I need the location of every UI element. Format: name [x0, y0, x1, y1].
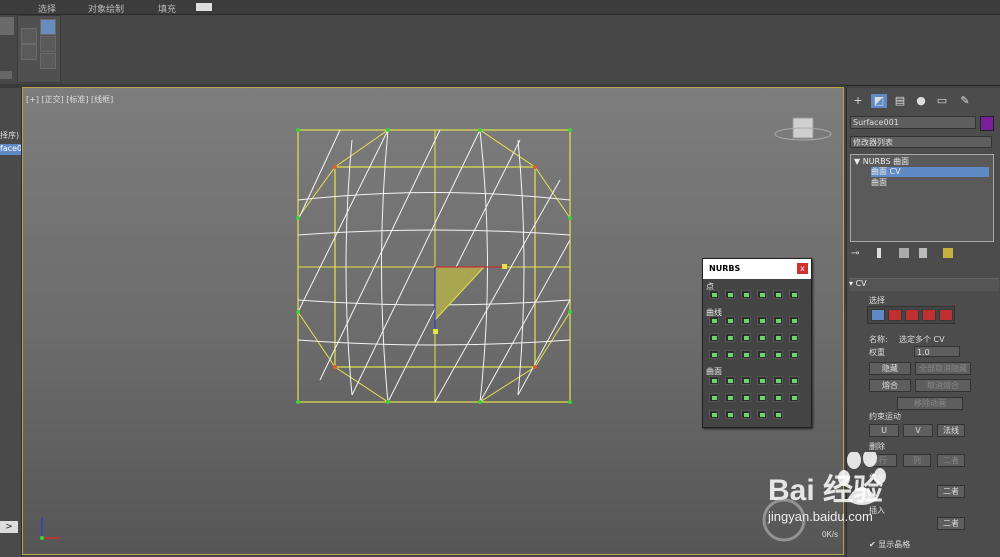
nurbs-tool-icon[interactable] — [773, 393, 783, 402]
nurbs-tool-icon[interactable] — [757, 290, 767, 299]
column-cv-tool[interactable] — [905, 309, 919, 321]
nurbs-tool-icon[interactable] — [741, 316, 751, 325]
nurbs-toolbox-title: NURBS — [709, 264, 741, 273]
nurbs-tool-icon[interactable] — [709, 393, 719, 402]
nurbs-tool-icon[interactable] — [757, 333, 767, 342]
nurbs-tool-icon[interactable] — [725, 290, 735, 299]
name-label: 名称: — [869, 335, 888, 344]
object-color-swatch[interactable] — [980, 116, 994, 131]
cv-selection-triangle — [434, 266, 486, 322]
nurbs-toolbox[interactable]: NURBS x 点 曲线 曲面 — [702, 258, 812, 428]
constrain-u-button[interactable]: U — [869, 424, 899, 437]
nurbs-tool-icon[interactable] — [725, 333, 735, 342]
modifier-stack[interactable]: ▼ NURBS 曲面 曲面 CV 曲面 — [850, 154, 994, 242]
nurbs-tool-icon[interactable] — [709, 333, 719, 342]
nurbs-tool-icon[interactable] — [789, 350, 799, 359]
nurbs-tool-icon[interactable] — [741, 290, 751, 299]
nurbs-tool-icon[interactable] — [757, 350, 767, 359]
nurbs-tool-icon[interactable] — [757, 410, 767, 419]
weight-spinner[interactable]: 1.0 — [914, 346, 960, 357]
motion-tab-icon[interactable]: ● — [913, 94, 929, 108]
nurbs-tool-icon[interactable] — [741, 333, 751, 342]
nurbs-tool-icon[interactable] — [709, 350, 719, 359]
stack-item-surface[interactable]: 曲面 — [871, 178, 887, 188]
name-value: 选定多个 CV — [899, 335, 945, 344]
nurbs-tool-icon[interactable] — [757, 376, 767, 385]
modify-tab-icon[interactable]: ◩ — [871, 94, 887, 108]
nurbs-tool-icon[interactable] — [709, 316, 719, 325]
modifier-list-dropdown[interactable]: 修改器列表 — [850, 136, 992, 148]
nurbs-tool-icon[interactable] — [741, 393, 751, 402]
remove-animation-button[interactable]: 移除动画 — [897, 397, 963, 410]
watermark-badge: 0K/s — [822, 530, 838, 539]
nurbs-tool-icon[interactable] — [773, 350, 783, 359]
pin-stack-icon[interactable]: ⊸ — [851, 248, 859, 259]
configure-sets-icon[interactable] — [943, 248, 953, 258]
watermark-url: jingyan.baidu.com — [767, 509, 873, 524]
nurbs-tool-icon[interactable] — [725, 393, 735, 402]
utilities-tab-icon[interactable]: ✎ — [957, 94, 973, 108]
nurbs-tool-icon[interactable] — [773, 316, 783, 325]
cv-points[interactable] — [296, 128, 572, 404]
nurbs-tool-icon[interactable] — [773, 290, 783, 299]
nurbs-tool-icon[interactable] — [757, 393, 767, 402]
row-cv-tool[interactable] — [888, 309, 902, 321]
nurbs-tool-icon[interactable] — [773, 410, 783, 419]
nurbs-tool-icon[interactable] — [741, 350, 751, 359]
nurbs-tool-icon[interactable] — [725, 350, 735, 359]
fuse-button[interactable]: 熔合 — [869, 379, 911, 392]
nurbs-tool-icon[interactable] — [709, 290, 719, 299]
gizmo-x-handle[interactable] — [502, 264, 507, 269]
nurbs-toolbox-titlebar[interactable]: NURBS x — [703, 259, 811, 279]
single-cv-tool[interactable] — [871, 309, 885, 321]
remove-modifier-icon[interactable] — [919, 248, 927, 258]
row-column-cv-tool[interactable] — [922, 309, 936, 321]
constrain-normal-button[interactable]: 法线 — [937, 424, 965, 437]
gizmo-z-handle[interactable] — [433, 329, 438, 334]
nurbs-tool-icon[interactable] — [789, 290, 799, 299]
watermark-brand: Bai 经验 — [768, 473, 883, 507]
hide-button[interactable]: 隐藏 — [869, 362, 911, 375]
constrain-label: 约束运动 — [869, 412, 901, 421]
lattice-outer — [297, 129, 571, 403]
close-icon[interactable]: x — [797, 263, 808, 274]
weight-label: 权重 — [869, 348, 885, 357]
make-unique-icon[interactable] — [899, 248, 909, 258]
select-tools-group — [867, 306, 955, 324]
unhide-all-button[interactable]: 全部取消隐藏 — [915, 362, 971, 375]
nurbs-tool-icon[interactable] — [725, 410, 735, 419]
nurbs-tool-icon[interactable] — [757, 316, 767, 325]
nurbs-tool-icon[interactable] — [725, 316, 735, 325]
select-label: 选择 — [869, 296, 885, 305]
nurbs-tool-icon[interactable] — [773, 376, 783, 385]
nurbs-tool-icon[interactable] — [773, 333, 783, 342]
stack-item-root[interactable]: ▼ NURBS 曲面 — [854, 157, 909, 167]
delete-label: 删除 — [869, 442, 885, 451]
display-tab-icon[interactable]: ▭ — [934, 94, 950, 108]
cv-rollout-header[interactable]: ▾ CV — [849, 278, 999, 291]
object-name-field[interactable]: Surface001 — [850, 116, 976, 129]
baidu-jingyan-watermark: Bai 经验 jingyan.baidu.com 0K/s — [762, 452, 886, 542]
all-cv-tool[interactable] — [939, 309, 953, 321]
nurbs-tool-icon[interactable] — [789, 333, 799, 342]
stack-item-surface-cv[interactable]: 曲面 CV — [871, 167, 989, 177]
hierarchy-tab-icon[interactable]: ▤ — [892, 94, 908, 108]
nurbs-tool-icon[interactable] — [789, 393, 799, 402]
unfuse-button[interactable]: 取消熔合 — [915, 379, 971, 392]
viewcube-icon[interactable] — [774, 117, 832, 141]
lattice-bottom-edge — [297, 311, 571, 403]
nurbs-tool-icon[interactable] — [789, 376, 799, 385]
nurbs-tool-icon[interactable] — [789, 316, 799, 325]
nurbs-tool-icon[interactable] — [725, 376, 735, 385]
show-end-result-icon[interactable] — [877, 248, 881, 258]
create-tab-icon[interactable]: + — [850, 94, 866, 108]
isoparm-lines — [297, 129, 571, 403]
axis-tripod-icon — [40, 518, 60, 540]
nurbs-tool-icon[interactable] — [709, 410, 719, 419]
nurbs-tool-icon[interactable] — [741, 376, 751, 385]
constrain-v-button[interactable]: V — [903, 424, 933, 437]
nurbs-tool-icon[interactable] — [709, 376, 719, 385]
nurbs-tool-icon[interactable] — [741, 410, 751, 419]
